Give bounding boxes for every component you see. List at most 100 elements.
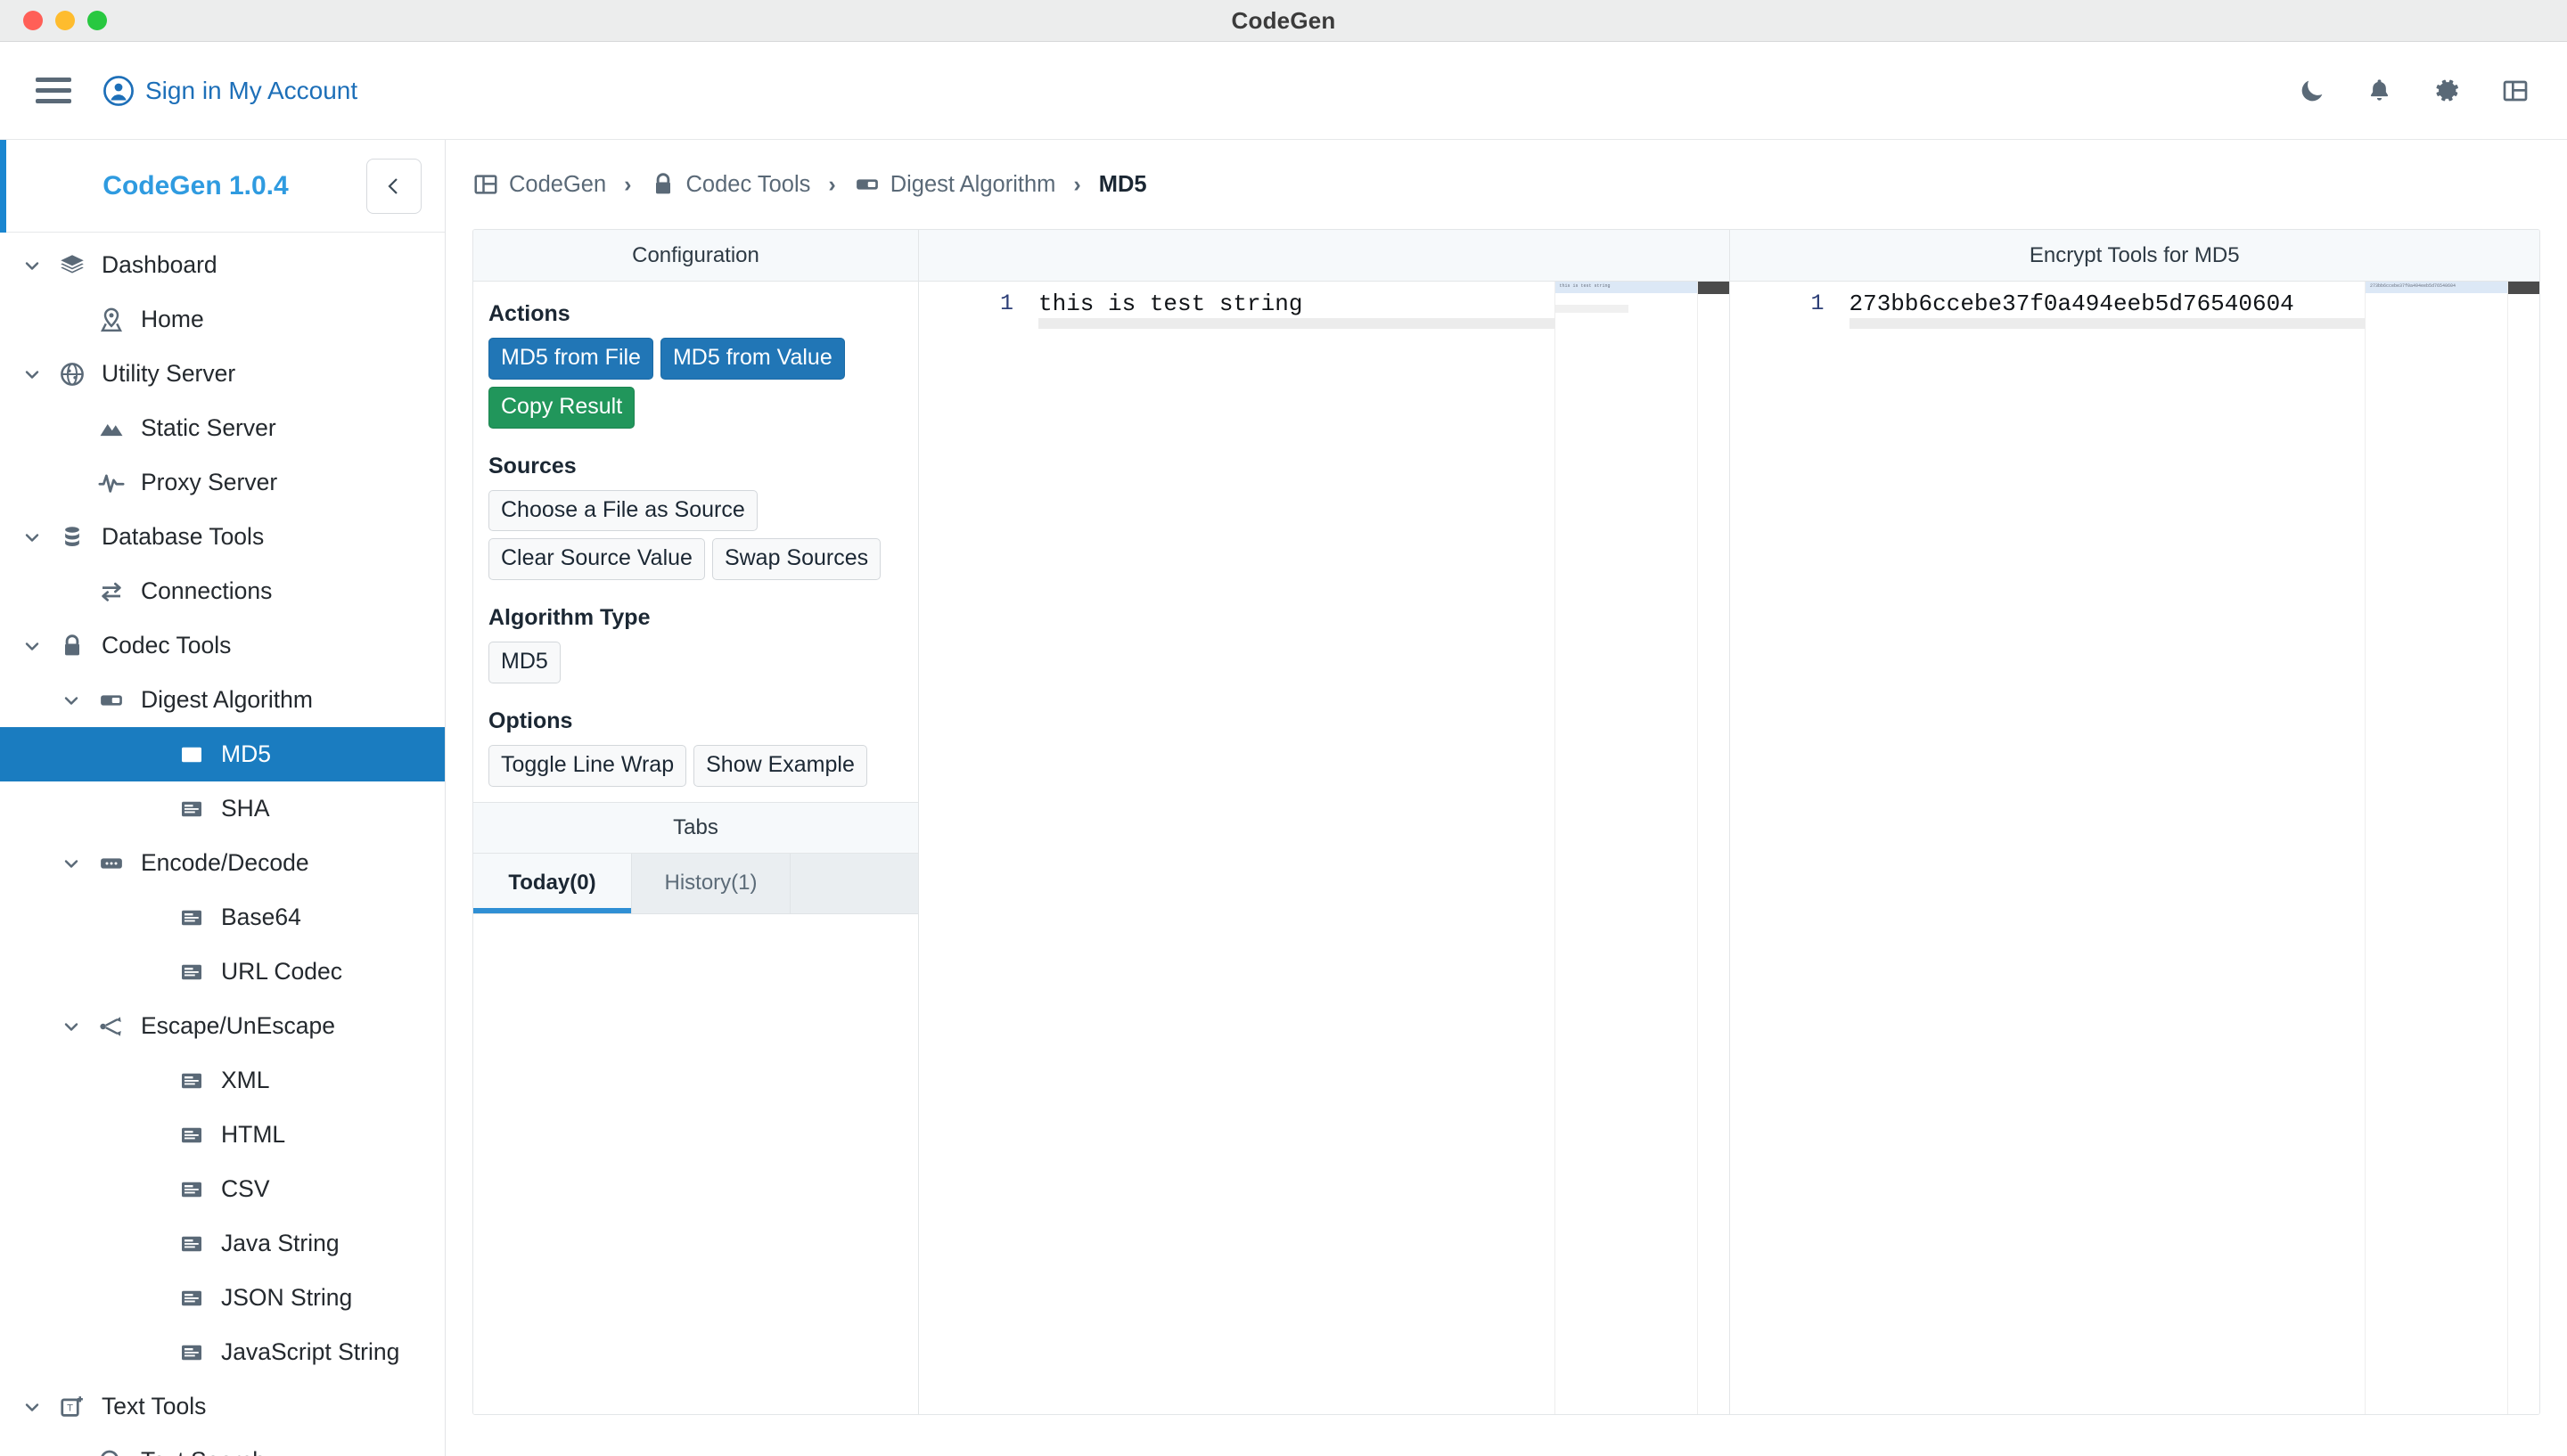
breadcrumb: CodeGen › Codec Tools › Digest Algorithm › MD5 <box>446 140 2567 229</box>
sidebar-item-text-search[interactable]: T Text Search <box>0 1434 445 1456</box>
source-minimap[interactable]: this is test string <box>1554 282 1697 1414</box>
breadcrumb-item-digest-algorithm[interactable]: Digest Algorithm <box>854 171 1055 198</box>
sidebar-item-java-string[interactable]: Java String <box>0 1216 445 1271</box>
sidebar-item-base64[interactable]: Base64 <box>0 890 445 945</box>
config-button-row: MD5 <box>488 642 903 683</box>
swap-sources-button[interactable]: Swap Sources <box>711 538 882 580</box>
show-example-button[interactable]: Show Example <box>693 744 867 787</box>
sidebar-item-encode-decode[interactable]: Encode/Decode <box>0 836 445 890</box>
gear-icon[interactable] <box>2432 76 2462 105</box>
document-icon <box>171 959 212 986</box>
sidebar-accent-bar <box>0 140 6 233</box>
sidebar-item-connections[interactable]: Connections <box>0 564 445 618</box>
result-editor-title: Encrypt Tools for MD5 <box>1729 230 2539 282</box>
chevron-down-icon[interactable] <box>12 364 52 385</box>
result-editor-surface[interactable]: 1 273bb6ccebe37f0a494eeb5d76540604 273bb… <box>1729 282 2539 1414</box>
sidebar-item-html[interactable]: HTML <box>0 1108 445 1162</box>
chevron-down-icon[interactable] <box>12 635 52 657</box>
sidebar-item-label: XML <box>221 1067 270 1093</box>
result-vertical-scrollbar[interactable] <box>2507 282 2539 1414</box>
sidebar-item-javascript-string[interactable]: JavaScript String <box>0 1325 445 1379</box>
sidebar-item-md5[interactable]: MD5 <box>0 727 445 781</box>
chevron-down-icon[interactable] <box>52 690 91 711</box>
sidebar-item-home[interactable]: Home <box>0 292 445 347</box>
config-group-actions: Actions MD5 from File MD5 from Value Copy R… <box>488 301 903 429</box>
config-button-row: Toggle Line Wrap Show Example <box>488 744 903 787</box>
config-group-label: Sources <box>488 453 577 479</box>
document-icon <box>171 904 212 931</box>
copy-result-button[interactable]: Copy Result <box>488 386 636 429</box>
sidebar-item-label: Text Tools <box>102 1393 207 1419</box>
sidebar-item-xml[interactable]: XML <box>0 1053 445 1108</box>
source-editor-surface[interactable]: 1 this is test string this is test strin… <box>919 282 1729 1414</box>
chevron-down-icon[interactable] <box>12 255 52 276</box>
header-icon-group <box>2298 76 2530 105</box>
chevron-down-icon[interactable] <box>52 853 91 874</box>
sidebar-item-csv[interactable]: CSV <box>0 1162 445 1216</box>
tab-history-1-[interactable]: History(1) <box>632 853 791 913</box>
location-pin-icon <box>91 307 132 333</box>
layout-icon <box>472 171 499 198</box>
result-editor-text[interactable]: 273bb6ccebe37f0a494eeb5d76540604 <box>1849 290 2294 317</box>
document-icon <box>171 796 212 822</box>
bell-icon[interactable] <box>2366 77 2393 104</box>
sidebar-header: CodeGen 1.0.4 <box>0 140 445 233</box>
clear-source-value-button[interactable]: Clear Source Value <box>488 538 705 580</box>
config-group-algorithm-type: Algorithm Type MD5 <box>488 605 903 683</box>
sidebar-item-sha[interactable]: SHA <box>0 781 445 836</box>
sign-in-label: Sign in My Account <box>145 76 358 104</box>
choose-a-file-as-source-button[interactable]: Choose a File as Source <box>488 489 758 532</box>
result-minimap[interactable]: 273bb6ccebe37f0a494eeb5d76540604 <box>2365 282 2507 1414</box>
sidebar-item-label: Digest Algorithm <box>141 686 313 713</box>
chevron-down-icon[interactable] <box>12 1396 52 1418</box>
document-icon <box>171 1176 212 1203</box>
sidebar-collapse-button[interactable] <box>366 158 422 214</box>
md5-from-file-button[interactable]: MD5 from File <box>488 338 653 380</box>
toggle-line-wrap-button[interactable]: Toggle Line Wrap <box>488 744 687 787</box>
document-icon <box>171 1122 212 1149</box>
sidebar-item-text-tools[interactable]: T Text Tools <box>0 1379 445 1434</box>
config-group-label: Options <box>488 708 573 733</box>
tab-today-0-[interactable]: Today(0) <box>473 853 632 913</box>
sidebar-item-escape-unescape[interactable]: Escape/UnEscape <box>0 999 445 1053</box>
source-scroll-thumb[interactable] <box>1697 282 1729 294</box>
moon-icon[interactable] <box>2298 77 2326 105</box>
document-icon <box>171 1067 212 1094</box>
breadcrumb-item-codegen[interactable]: CodeGen <box>472 171 606 198</box>
sidebar-item-json-string[interactable]: JSON String <box>0 1271 445 1325</box>
chevron-down-icon[interactable] <box>52 1016 91 1037</box>
sidebar-item-label: Encode/Decode <box>141 849 309 876</box>
sidebar: CodeGen 1.0.4 Dashboard Home Utility Serve… <box>0 140 446 1456</box>
sidebar-item-digest-algorithm[interactable]: Digest Algorithm <box>0 673 445 727</box>
globe-icon <box>52 361 93 388</box>
hamburger-menu-icon[interactable] <box>36 76 71 106</box>
chevron-down-icon[interactable] <box>12 527 52 548</box>
sidebar-item-codec-tools[interactable]: Codec Tools <box>0 618 445 673</box>
source-line-number: 1 <box>999 290 1013 316</box>
document-icon <box>171 741 212 768</box>
result-scroll-thumb[interactable] <box>2508 282 2539 294</box>
layout-icon[interactable] <box>2501 77 2530 105</box>
md5-button[interactable]: MD5 <box>488 642 561 683</box>
workspace: Configuration Actions MD5 from File MD5 fr… <box>472 229 2540 1415</box>
sidebar-item-label: URL Codec <box>221 958 342 985</box>
breadcrumb-item-codec-tools[interactable]: Codec Tools <box>650 171 810 198</box>
pulse-icon <box>91 470 132 496</box>
source-editor-text[interactable]: this is test string <box>1038 290 1302 317</box>
sidebar-item-utility-server[interactable]: Utility Server <box>0 347 445 401</box>
result-minimap-text: 273bb6ccebe37f0a494eeb5d76540604 <box>2370 283 2456 289</box>
sidebar-item-label: Text Search <box>141 1447 266 1456</box>
sidebar-item-label: Base64 <box>221 904 301 930</box>
app-header: Sign in My Account <box>0 42 2567 140</box>
source-vertical-scrollbar[interactable] <box>1696 282 1729 1414</box>
sidebar-item-proxy-server[interactable]: Proxy Server <box>0 455 445 510</box>
configuration-panel-title: Configuration <box>473 230 918 282</box>
md5-from-value-button[interactable]: MD5 from Value <box>660 338 845 380</box>
share-icon <box>91 1013 132 1040</box>
sign-in-button[interactable]: Sign in My Account <box>103 75 358 106</box>
sidebar-item-static-server[interactable]: Static Server <box>0 401 445 455</box>
sidebar-item-dashboard[interactable]: Dashboard <box>0 238 445 292</box>
sidebar-item-database-tools[interactable]: Database Tools <box>0 510 445 564</box>
sidebar-item-url-codec[interactable]: URL Codec <box>0 945 445 999</box>
sidebar-item-label: Database Tools <box>102 523 265 550</box>
